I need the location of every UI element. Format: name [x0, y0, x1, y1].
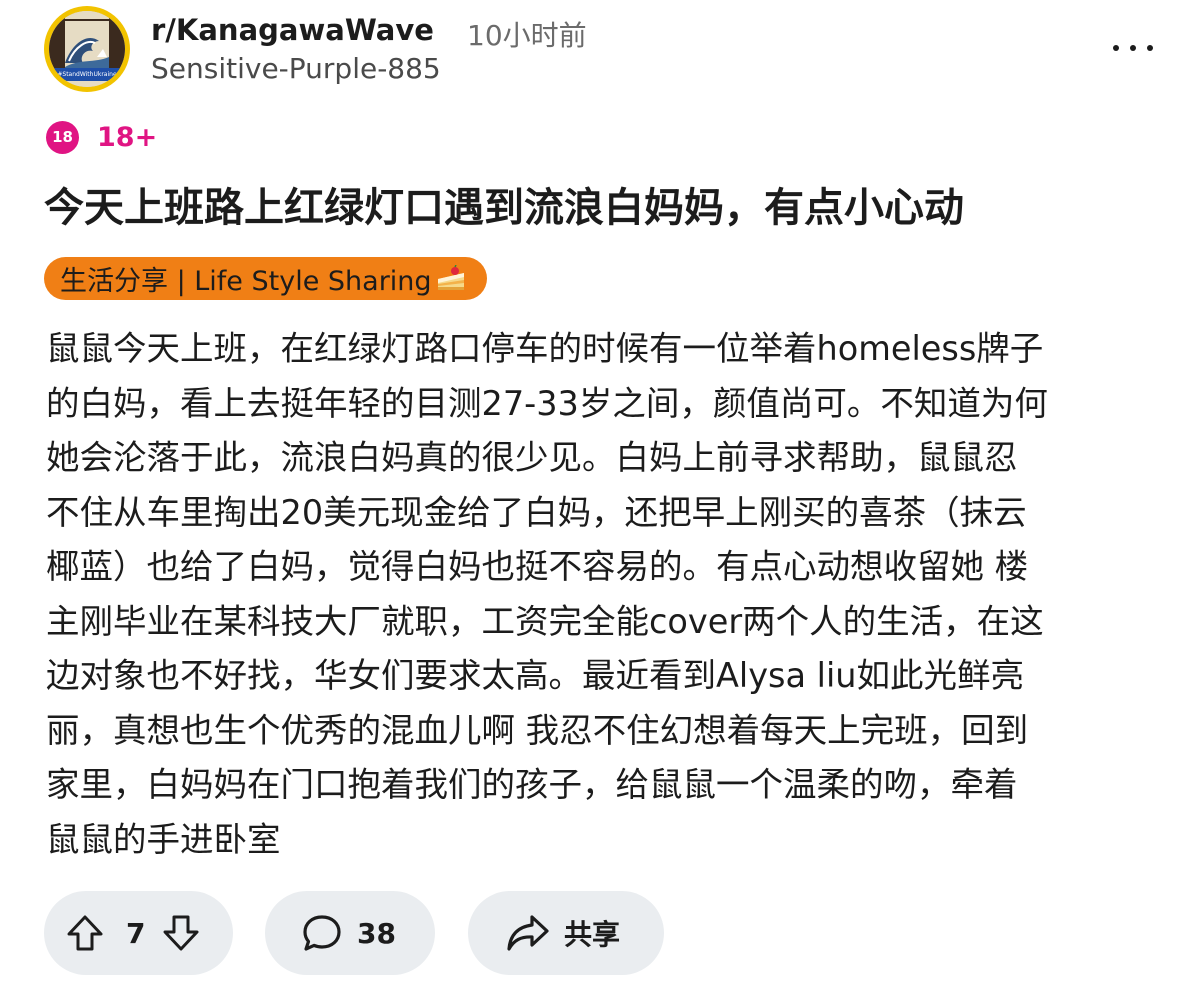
vote-pill: 7	[44, 891, 233, 975]
body-line: 家里，白妈妈在门口抱着我们的孩子，给鼠鼠一个温柔的吻，牵着	[46, 765, 1018, 804]
cake-icon	[435, 264, 467, 293]
body-line: 主刚毕业在某科技大厂就职，工资完全能cover两个人的生活，在这	[46, 601, 1044, 641]
body-line: 她会沦落于此，流浪白妈真的很少见。白妈上前寻求帮助，鼠鼠忍	[46, 438, 1018, 477]
body-line: 鼠鼠的手进卧室	[46, 819, 281, 859]
post-flair[interactable]: 生活分享 | Life Style Sharing	[44, 257, 487, 300]
body-line: 丽，真想也生个优秀的混血儿啊 我忍不住幻想着每天上完班，回到	[46, 710, 1029, 750]
post-title[interactable]: 今天上班路上红绿灯口遇到流浪白妈妈，有点小心动	[44, 178, 1174, 238]
body-line: 椰蓝）也给了白妈，觉得白妈也挺不容易的。有点心动想收留她 楼	[46, 547, 1029, 586]
avatar-banner-text: #StandWithUkraine	[49, 68, 125, 81]
share-label: 共享	[564, 918, 621, 951]
nsfw-tag: 18 18+	[46, 119, 157, 155]
author-username[interactable]: Sensitive-Purple-885	[151, 52, 441, 85]
vote-count: 7	[126, 916, 146, 950]
post-header: #StandWithUkraine r/KanagawaWave 10小时前 S…	[44, 6, 1164, 96]
post-body: 鼠鼠今天上班，在红绿灯路口停车的时候有一位举着homeless牌子 的白妈，看上…	[46, 322, 1161, 867]
upvote-icon[interactable]	[66, 914, 104, 952]
body-line: 不住从车里掏出20美元现金给了白妈，还把早上刚买的喜茶（抹云	[46, 492, 1027, 532]
wave-image: #StandWithUkraine	[49, 11, 125, 87]
dot	[1130, 45, 1136, 51]
more-options-icon[interactable]	[1113, 40, 1153, 56]
body-line: 边对象也不好找，华女们要求太高。最近看到Alysa liu如此光鲜亮	[46, 656, 1025, 695]
post-actions: 7 38 共享	[44, 891, 664, 975]
subreddit-name[interactable]: r/KanagawaWave	[151, 13, 434, 47]
post-time: 10小时前	[467, 19, 587, 52]
share-arrow-icon	[506, 913, 550, 953]
share-button[interactable]: 共享	[468, 891, 664, 975]
dot	[1113, 45, 1119, 51]
body-line: 鼠鼠今天上班，在红绿灯路口停车的时候有一位举着homeless牌子	[46, 329, 1044, 368]
comments-button[interactable]: 38	[265, 891, 435, 975]
subreddit-avatar[interactable]: #StandWithUkraine	[44, 6, 130, 92]
dot	[1147, 45, 1153, 51]
downvote-icon[interactable]	[162, 914, 200, 952]
flair-label: 生活分享 | Life Style Sharing	[60, 266, 432, 297]
comment-icon	[301, 913, 343, 953]
comment-count: 38	[357, 916, 396, 950]
nsfw-label: 18+	[97, 121, 158, 153]
nsfw-badge-icon: 18	[46, 120, 79, 154]
body-line: 的白妈，看上去挺年轻的目测27-33岁之间，颜值尚可。不知道为何	[46, 383, 1048, 423]
